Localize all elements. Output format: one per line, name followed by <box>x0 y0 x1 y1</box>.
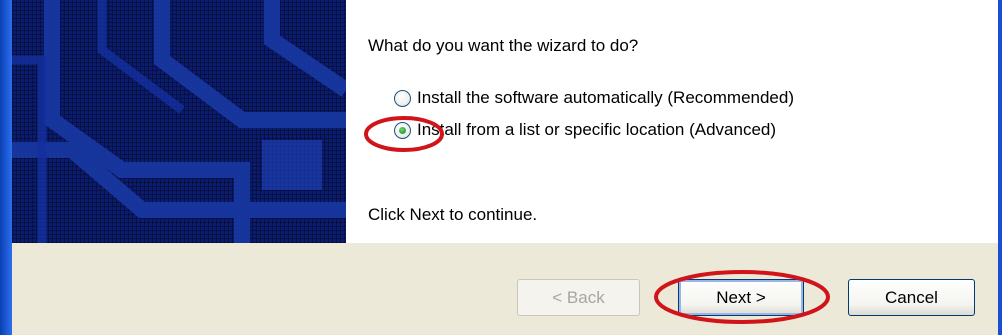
wizard-side-graphic <box>12 0 346 243</box>
window-right-border <box>998 0 1002 335</box>
radio-install-automatically[interactable] <box>394 89 411 107</box>
radio-install-from-list[interactable] <box>394 121 411 139</box>
side-graphic-pattern <box>12 0 346 243</box>
window-left-border <box>0 0 12 335</box>
cancel-button[interactable]: Cancel <box>848 279 975 316</box>
option-install-automatically[interactable]: Install the software automatically (Reco… <box>394 88 794 108</box>
wizard-question: What do you want the wizard to do? <box>368 36 639 55</box>
wizard-content: What do you want the wizard to do? Insta… <box>346 0 996 243</box>
continue-instruction: Click Next to continue. <box>368 205 538 224</box>
back-button[interactable]: < Back <box>517 279 640 316</box>
next-button[interactable]: Next > <box>678 279 804 316</box>
option-label: Install from a list or specific location… <box>417 120 777 139</box>
button-bar: < Back Next > Cancel <box>12 243 998 335</box>
option-label: Install the software automatically (Reco… <box>417 88 794 107</box>
option-install-from-list[interactable]: Install from a list or specific location… <box>394 120 776 140</box>
